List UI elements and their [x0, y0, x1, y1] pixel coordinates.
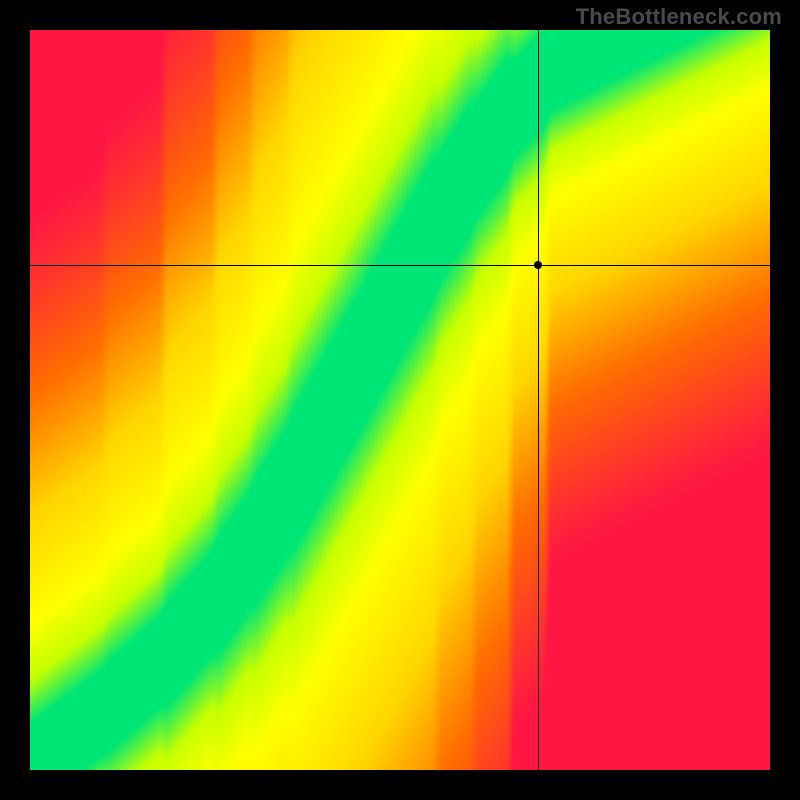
heatmap-canvas — [30, 30, 770, 770]
chart-frame: TheBottleneck.com — [0, 0, 800, 800]
watermark-text: TheBottleneck.com — [576, 4, 782, 30]
heatmap-plot — [30, 30, 770, 770]
